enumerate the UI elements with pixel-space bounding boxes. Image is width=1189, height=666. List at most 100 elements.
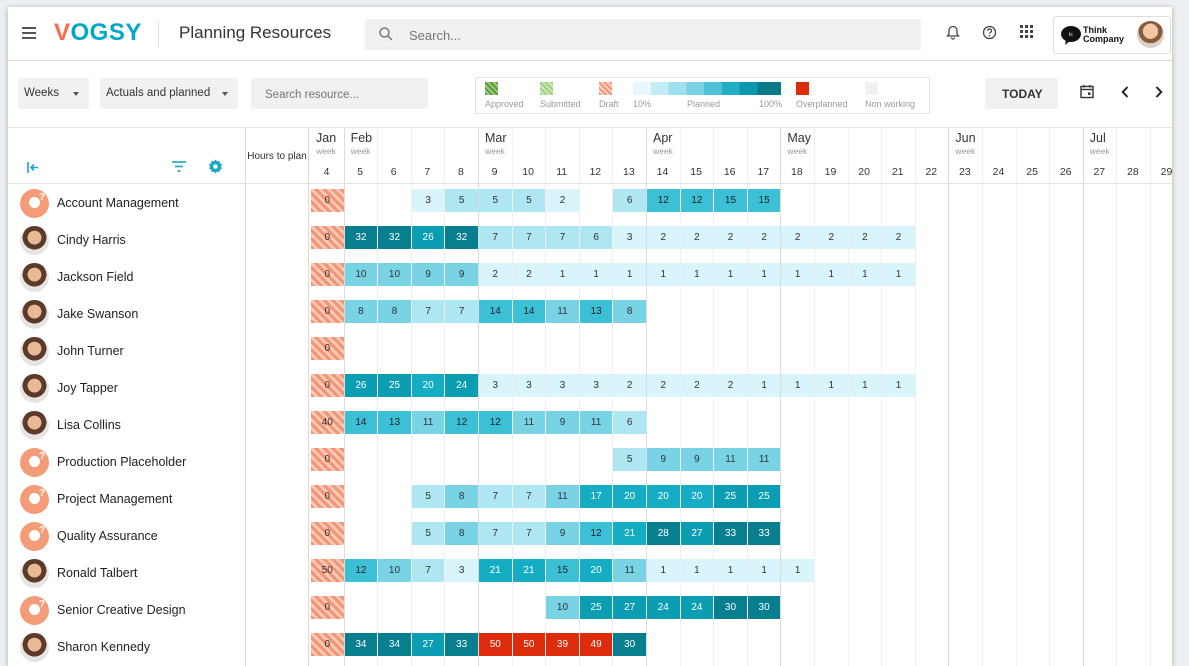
planned-hours-cell[interactable]: 3 bbox=[512, 374, 546, 397]
planned-hours-cell[interactable]: 12 bbox=[647, 189, 680, 212]
resource-name[interactable]: Jackson Field bbox=[57, 270, 133, 284]
resource-row[interactable]: Production Placeholder05991111 bbox=[8, 444, 1172, 481]
planned-hours-cell[interactable]: 25 bbox=[714, 485, 747, 508]
planned-hours-cell[interactable]: 3 bbox=[411, 189, 445, 212]
planned-hours-cell[interactable]: 34 bbox=[378, 633, 411, 656]
planned-hours-cell[interactable]: 9 bbox=[546, 411, 579, 434]
planned-hours-cell[interactable]: 1 bbox=[848, 374, 882, 397]
calendar-icon[interactable] bbox=[1080, 84, 1094, 99]
planned-hours-cell[interactable]: 15 bbox=[714, 189, 747, 212]
planned-hours-cell[interactable]: 9 bbox=[647, 448, 680, 471]
planned-hours-cell[interactable]: 1 bbox=[781, 559, 814, 582]
planned-hours-cell[interactable]: 32 bbox=[344, 226, 378, 249]
planned-hours-cell[interactable]: 10 bbox=[344, 263, 378, 286]
resource-search[interactable] bbox=[251, 78, 428, 109]
planned-hours-cell[interactable]: 1 bbox=[714, 263, 747, 286]
planned-hours-cell[interactable]: 1 bbox=[647, 559, 680, 582]
planned-hours-cell[interactable]: 7 bbox=[546, 226, 579, 249]
planned-hours-cell[interactable]: 2 bbox=[714, 374, 747, 397]
planned-hours-cell[interactable]: 25 bbox=[579, 596, 613, 619]
draft-hours-cell[interactable]: 0 bbox=[311, 263, 344, 286]
planned-hours-cell[interactable]: 13 bbox=[579, 300, 613, 323]
planned-hours-cell[interactable]: 2 bbox=[512, 263, 546, 286]
planned-hours-cell[interactable]: 9 bbox=[680, 448, 714, 471]
chevron-right-icon[interactable] bbox=[1155, 86, 1163, 98]
planned-hours-cell[interactable]: 11 bbox=[714, 448, 747, 471]
global-search[interactable] bbox=[365, 19, 921, 50]
resource-row[interactable]: Quality Assurance058779122128273333 bbox=[8, 518, 1172, 555]
planned-hours-cell[interactable]: 24 bbox=[680, 596, 714, 619]
resource-name[interactable]: Account Management bbox=[57, 196, 179, 210]
collapse-panel-icon[interactable] bbox=[27, 162, 40, 173]
overplanned-cell[interactable]: 50 bbox=[512, 633, 546, 656]
planned-hours-cell[interactable]: 2 bbox=[479, 263, 512, 286]
global-search-input[interactable] bbox=[407, 25, 891, 46]
planned-hours-cell[interactable]: 1 bbox=[781, 374, 814, 397]
planned-hours-cell[interactable]: 8 bbox=[445, 485, 478, 508]
planned-hours-cell[interactable]: 12 bbox=[445, 411, 478, 434]
account-switcher[interactable]: tc Think Company bbox=[1053, 16, 1171, 54]
planned-hours-cell[interactable]: 11 bbox=[613, 559, 646, 582]
planned-hours-cell[interactable]: 7 bbox=[479, 522, 512, 545]
resource-row[interactable]: Account Management035552612121515 bbox=[8, 185, 1172, 222]
planned-hours-cell[interactable]: 33 bbox=[445, 633, 478, 656]
planned-hours-cell[interactable]: 9 bbox=[445, 263, 478, 286]
vogsy-logo[interactable]: VOGSY bbox=[54, 19, 142, 47]
planned-hours-cell[interactable]: 24 bbox=[445, 374, 478, 397]
planned-hours-cell[interactable]: 7 bbox=[512, 485, 546, 508]
planned-hours-cell[interactable]: 1 bbox=[613, 263, 646, 286]
mode-dropdown[interactable]: Actuals and planned bbox=[100, 78, 238, 109]
resource-row[interactable]: John Turner 0 bbox=[8, 333, 1172, 370]
overplanned-cell[interactable]: 39 bbox=[546, 633, 579, 656]
planned-hours-cell[interactable]: 8 bbox=[344, 300, 378, 323]
draft-hours-cell[interactable]: 0 bbox=[311, 485, 344, 508]
planned-hours-cell[interactable]: 3 bbox=[479, 374, 512, 397]
planned-hours-cell[interactable]: 2 bbox=[613, 374, 646, 397]
planned-hours-cell[interactable]: 1 bbox=[882, 263, 915, 286]
planned-hours-cell[interactable]: 10 bbox=[378, 263, 411, 286]
resource-row[interactable]: Project Management0587711172020202525 bbox=[8, 481, 1172, 518]
planned-hours-cell[interactable]: 15 bbox=[747, 189, 781, 212]
planned-hours-cell[interactable]: 7 bbox=[479, 226, 512, 249]
planned-hours-cell[interactable]: 1 bbox=[647, 263, 680, 286]
planned-hours-cell[interactable]: 1 bbox=[546, 263, 579, 286]
today-button[interactable]: TODAY bbox=[985, 78, 1058, 109]
planned-hours-cell[interactable]: 12 bbox=[344, 559, 378, 582]
planned-hours-cell[interactable]: 32 bbox=[445, 226, 478, 249]
chevron-left-icon[interactable] bbox=[1121, 86, 1129, 98]
planned-hours-cell[interactable]: 1 bbox=[747, 559, 781, 582]
resource-name[interactable]: Cindy Harris bbox=[57, 233, 126, 247]
draft-hours-cell[interactable]: 0 bbox=[311, 189, 344, 212]
planned-hours-cell[interactable]: 12 bbox=[579, 522, 613, 545]
planned-hours-cell[interactable]: 2 bbox=[848, 226, 882, 249]
planned-hours-cell[interactable]: 5 bbox=[613, 448, 646, 471]
planned-hours-cell[interactable]: 13 bbox=[378, 411, 411, 434]
planned-hours-cell[interactable]: 8 bbox=[378, 300, 411, 323]
planned-hours-cell[interactable]: 7 bbox=[411, 300, 445, 323]
resource-name[interactable]: Quality Assurance bbox=[57, 529, 158, 543]
overplanned-cell[interactable]: 49 bbox=[579, 633, 613, 656]
planned-hours-cell[interactable]: 25 bbox=[747, 485, 781, 508]
planned-hours-cell[interactable]: 11 bbox=[579, 411, 613, 434]
planned-hours-cell[interactable]: 33 bbox=[747, 522, 781, 545]
resource-name[interactable]: Ronald Talbert bbox=[57, 566, 137, 580]
draft-hours-cell[interactable]: 40 bbox=[311, 411, 344, 434]
hamburger-menu-icon[interactable] bbox=[22, 27, 36, 39]
draft-hours-cell[interactable]: 0 bbox=[311, 374, 344, 397]
planned-hours-cell[interactable]: 14 bbox=[512, 300, 546, 323]
resource-name[interactable]: John Turner bbox=[57, 344, 124, 358]
planned-hours-cell[interactable]: 2 bbox=[815, 226, 848, 249]
draft-hours-cell[interactable]: 0 bbox=[311, 300, 344, 323]
overplanned-cell[interactable]: 50 bbox=[479, 633, 512, 656]
planned-hours-cell[interactable]: 27 bbox=[613, 596, 646, 619]
planned-hours-cell[interactable]: 5 bbox=[411, 522, 445, 545]
planned-hours-cell[interactable]: 7 bbox=[411, 559, 445, 582]
planned-hours-cell[interactable]: 15 bbox=[546, 559, 579, 582]
planned-hours-cell[interactable]: 32 bbox=[378, 226, 411, 249]
planned-hours-cell[interactable]: 9 bbox=[411, 263, 445, 286]
planned-hours-cell[interactable]: 5 bbox=[445, 189, 478, 212]
planned-hours-cell[interactable]: 8 bbox=[445, 522, 478, 545]
planned-hours-cell[interactable]: 7 bbox=[512, 522, 546, 545]
planned-hours-cell[interactable]: 12 bbox=[680, 189, 714, 212]
planned-hours-cell[interactable]: 2 bbox=[647, 374, 680, 397]
